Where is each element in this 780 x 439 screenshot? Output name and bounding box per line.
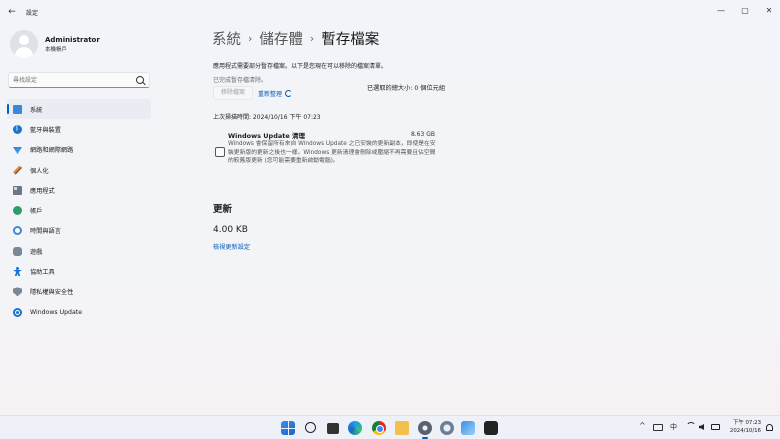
sidebar-item-bluetooth[interactable]: 藍牙與裝置 xyxy=(7,119,151,139)
sidebar-item-system[interactable]: 系統 xyxy=(7,99,151,120)
item-title: Windows Update 清理 xyxy=(228,132,306,140)
sidebar-item-accounts[interactable]: 帳戶 xyxy=(7,200,151,220)
sidebar-item-label: 藍牙與裝置 xyxy=(30,126,61,134)
chevron-right-icon: › xyxy=(309,32,315,45)
clock[interactable]: 下午 07:23 2024/10/16 xyxy=(725,419,761,435)
chevron-right-icon: › xyxy=(248,32,253,45)
wifi-icon[interactable] xyxy=(686,422,696,432)
refresh-icon xyxy=(285,90,293,97)
gaming-icon xyxy=(13,246,22,256)
sidebar-item-privacy[interactable]: 隱私權與安全性 xyxy=(7,282,151,302)
item-size: 8.63 GB xyxy=(410,131,435,138)
cleared-status: 已完成暫存檔清除。 xyxy=(213,77,268,84)
user-account-type: 本機帳戶 xyxy=(45,47,68,53)
avatar[interactable] xyxy=(10,30,38,58)
avatar-body xyxy=(15,47,33,58)
chrome-icon[interactable] xyxy=(372,421,386,435)
back-arrow-icon[interactable]: ← xyxy=(6,6,18,18)
sidebar-item-label: 遊戲 xyxy=(30,248,43,256)
sidebar-item-label: Windows Update xyxy=(30,308,82,316)
start-icon[interactable] xyxy=(281,421,295,435)
sidebar-item-label: 應用程式 xyxy=(30,187,55,195)
volume-icon[interactable] xyxy=(699,424,704,430)
minimize-button[interactable]: — xyxy=(708,4,734,18)
windows-update-cleanup-item: Windows Update 清理 8.63 GB Windows 會保留所有來… xyxy=(213,127,439,183)
sidebar-item-accessibility[interactable]: 協助工具 xyxy=(7,261,151,281)
sidebar-item-time-language[interactable]: 時間與語言 xyxy=(7,221,151,241)
time-language-icon xyxy=(13,226,22,236)
close-button[interactable]: ✕ xyxy=(756,4,780,18)
snipping-icon[interactable] xyxy=(440,421,454,435)
taskbar: ^ 中 下午 07:23 2024/10/16 xyxy=(0,415,780,439)
windows-update-icon xyxy=(13,307,22,317)
task-view-icon[interactable] xyxy=(327,423,339,434)
search-icon[interactable] xyxy=(136,76,144,84)
title-bar: ← 設定 — ▢ ✕ xyxy=(0,0,780,24)
clock-date: 2024/10/16 xyxy=(729,428,761,434)
clock-time: 下午 07:23 xyxy=(732,420,761,426)
taskbar-search-icon[interactable] xyxy=(305,422,316,433)
page-description: 應用程式需要部分暫存檔案。以下是您現在可以移除的檔案清單。 xyxy=(213,63,388,70)
sidebar-item-label: 個人化 xyxy=(30,167,49,175)
sidebar-item-apps[interactable]: 應用程式 xyxy=(7,180,151,200)
rescan-label[interactable]: 重新整理 xyxy=(258,89,282,98)
ime-indicator[interactable]: 中 xyxy=(670,422,677,432)
sidebar-nav: 系統 藍牙與裝置 網路和網際網路 個人化 應用程式 帳戶 時間與語言 遊戲 協助… xyxy=(7,99,151,322)
settings-icon[interactable] xyxy=(418,421,432,435)
photos-icon[interactable] xyxy=(461,421,475,435)
removable-drive-icon[interactable] xyxy=(653,424,663,431)
last-scan-time: 上次掃描時間: 2024/10/16 下午 07:23 xyxy=(213,114,321,121)
user-name: Administrator xyxy=(45,36,100,44)
accounts-icon xyxy=(13,206,22,216)
sidebar-item-gaming[interactable]: 遊戲 xyxy=(7,241,151,261)
sidebar-item-label: 協助工具 xyxy=(30,269,55,277)
sidebar-item-label: 網路和網際網路 xyxy=(30,147,74,155)
total-selected-size: 已選取的總大小: 0 個位元組 xyxy=(367,85,446,92)
breadcrumb: 系統 › 儲存體 › 暫存檔案 xyxy=(212,28,379,49)
search-input[interactable] xyxy=(13,75,131,86)
sidebar-item-windows-update[interactable]: Windows Update xyxy=(7,302,151,322)
terminal-icon[interactable] xyxy=(484,421,498,435)
sidebar-item-label: 隱私權與安全性 xyxy=(30,289,74,297)
sidebar-item-label: 時間與語言 xyxy=(30,228,61,236)
rescan-link[interactable]: 重新整理 xyxy=(258,89,293,98)
page-title: 暫存檔案 xyxy=(321,32,380,48)
personalization-icon xyxy=(13,165,22,175)
item-description: Windows 會保留所有來自 Windows Update 之已安裝的更新副本… xyxy=(228,141,436,165)
bluetooth-icon xyxy=(13,124,22,134)
search-box[interactable] xyxy=(8,72,150,88)
view-update-settings-link[interactable]: 檢視更新設定 xyxy=(213,242,250,251)
sidebar-item-network[interactable]: 網路和網際網路 xyxy=(7,140,151,160)
updates-size: 4.00 KB xyxy=(213,225,248,235)
sidebar-item-label: 系統 xyxy=(30,106,43,114)
breadcrumb-system[interactable]: 系統 xyxy=(212,32,241,48)
accessibility-icon xyxy=(13,267,22,276)
sidebar-item-label: 帳戶 xyxy=(30,208,43,216)
windows-update-cleanup-checkbox[interactable] xyxy=(215,147,225,157)
battery-icon[interactable] xyxy=(711,424,720,430)
remove-files-button[interactable]: 移除檔案 xyxy=(213,86,253,100)
sidebar-item-personalization[interactable]: 個人化 xyxy=(7,160,151,180)
updates-heading: 更新 xyxy=(213,204,233,215)
avatar-head xyxy=(19,35,29,45)
file-explorer-icon[interactable] xyxy=(395,421,409,435)
system-icon xyxy=(13,104,22,114)
app-title: 設定 xyxy=(26,10,39,17)
maximize-button[interactable]: ▢ xyxy=(732,4,758,18)
network-icon xyxy=(13,147,22,155)
notification-bell-icon[interactable] xyxy=(766,424,773,431)
apps-icon xyxy=(13,185,22,195)
breadcrumb-storage[interactable]: 儲存體 xyxy=(259,32,303,48)
edge-icon[interactable] xyxy=(348,421,362,435)
tray-chevron-icon[interactable]: ^ xyxy=(639,421,646,430)
privacy-icon xyxy=(13,287,22,297)
